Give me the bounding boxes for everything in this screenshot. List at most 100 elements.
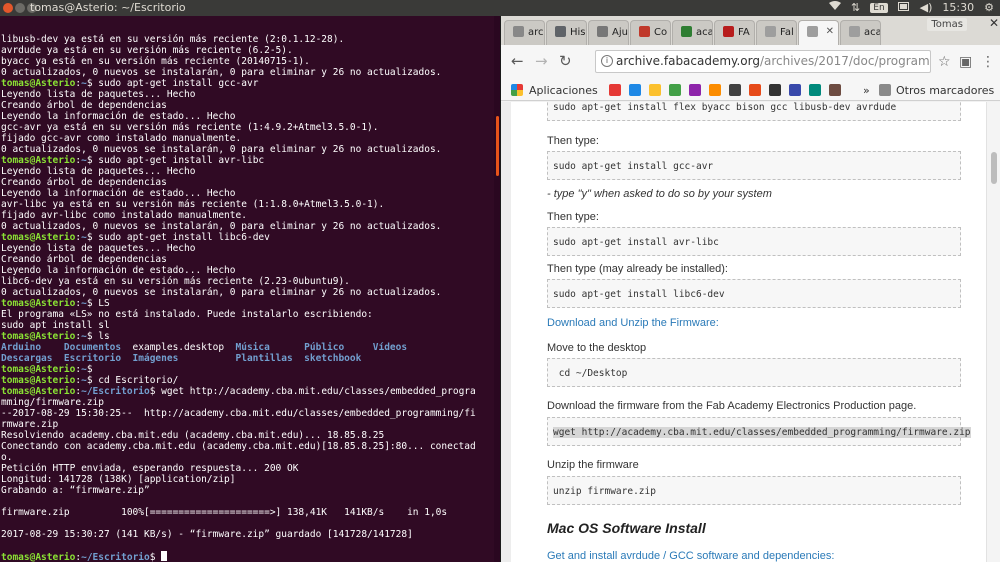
page-scrollbar[interactable] — [986, 102, 1000, 562]
tab-favicon-icon — [849, 26, 860, 37]
tab-favicon-icon — [513, 26, 524, 37]
address-bar[interactable]: i archive.fabacademy.org/archives/2017/d… — [595, 50, 931, 73]
page-sidebar-strip — [501, 102, 511, 562]
browser-tab[interactable]: His — [546, 20, 587, 45]
battery-icon[interactable] — [897, 1, 910, 14]
tab-favicon-icon — [681, 26, 692, 37]
url-host: archive.fabacademy.org — [616, 54, 760, 68]
bookmark-favicon-icon[interactable] — [709, 84, 721, 96]
bookmark-favicon-icon[interactable] — [669, 84, 681, 96]
bookmark-favicon-icon[interactable] — [629, 84, 641, 96]
browser-tab[interactable]: FA — [714, 20, 755, 45]
bookmark-favicon-icon[interactable] — [609, 84, 621, 96]
terminal-text: Grabando a: “firmware.zip” — [1, 485, 150, 496]
volume-icon[interactable]: ◀) — [920, 1, 933, 14]
extension-icon[interactable]: ▣ — [959, 54, 972, 70]
terminal-text: avr-libc ya está en su versión más recie… — [1, 199, 385, 210]
terminal-scroll-thumb[interactable] — [496, 116, 499, 176]
top-panel: tomas@Asterio: ~/Escritorio ⇅ En ◀) 15:3… — [0, 0, 1000, 16]
keyboard-layout[interactable]: En — [870, 2, 888, 13]
terminal-line: Arduino Documentos examples.desktop Músi… — [1, 342, 494, 353]
browser-tab[interactable]: arc — [504, 20, 545, 45]
terminal-text: Leyendo lista de paquetes... Hecho — [1, 243, 196, 254]
browser-tab[interactable]: aca — [840, 20, 881, 45]
bookmark-favicon-icon[interactable] — [829, 84, 841, 96]
transfer-icon[interactable]: ⇅ — [851, 1, 860, 14]
bookmark-favicon-icon[interactable] — [729, 84, 741, 96]
browser-tab[interactable]: aca — [672, 20, 713, 45]
system-tray: ⇅ En ◀) 15:30 ⚙ — [829, 1, 994, 14]
browser-tab[interactable]: Aju — [588, 20, 629, 45]
directory-entry: Descargas Escritorio Imágenes Plantillas… — [1, 353, 362, 364]
gear-icon[interactable]: ⚙ — [984, 1, 994, 14]
terminal-text: Leyendo la información de estado... Hech… — [1, 188, 236, 199]
browser-window: arc His Aju Co aca FA Fal ✕ aca Tomas ✕ ← → ↻ i … — [500, 16, 1000, 562]
terminal-text: firmware.zip 100%[=====================>… — [1, 507, 448, 518]
terminal-text: Conectando con academy.cba.mit.edu (acad… — [1, 441, 476, 452]
terminal-text: 0 actualizados, 0 nuevos se instalarán, … — [1, 287, 442, 298]
bookmark-other[interactable]: Otros marcadores — [896, 84, 994, 97]
terminal-line: Creando árbol de dependencias — [1, 177, 494, 188]
terminal-line: tomas@Asterio:~/Escritorio$ wget http://… — [1, 386, 494, 397]
bookmark-favicon-icon[interactable] — [689, 84, 701, 96]
terminal-text: $ ls — [86, 331, 110, 342]
minimize-window-button[interactable] — [15, 3, 25, 13]
terminal-window[interactable]: libusb-dev ya está en su versión más rec… — [0, 16, 500, 562]
profile-button[interactable]: Tomas — [927, 18, 967, 31]
bookmark-star-icon[interactable]: ☆ — [938, 54, 951, 70]
browser-tab[interactable]: Co — [630, 20, 671, 45]
bookmark-favicon-icon[interactable] — [789, 84, 801, 96]
terminal-line: Resolviendo academy.cba.mit.edu (academy… — [1, 430, 494, 441]
terminal-line: tomas@Asterio:~$ sudo apt-get install av… — [1, 155, 494, 166]
terminal-text: $ sudo apt-get install avr-libc — [86, 155, 265, 166]
page-scroll-thumb[interactable] — [991, 152, 997, 184]
close-window-button[interactable] — [3, 3, 13, 13]
code-block: unzip firmware.zip — [547, 476, 961, 505]
terminal-line: avrdude ya está en su versión más recien… — [1, 45, 494, 56]
code-block: sudo apt-get install libc6-dev — [547, 279, 961, 308]
bookmark-favicon-icon[interactable] — [649, 84, 661, 96]
download-firmware-link[interactable]: Download and Unzip the Firmware: — [547, 317, 719, 329]
terminal-line: Longitud: 141728 (138K) [application/zip… — [1, 474, 494, 485]
clock[interactable]: 15:30 — [942, 1, 974, 14]
terminal-line: tomas@Asterio:~$ cd Escritorio/ — [1, 375, 494, 386]
bookmark-favicon-icon[interactable] — [749, 84, 761, 96]
terminal-line: Petición HTTP enviada, esperando respues… — [1, 463, 494, 474]
browser-toolbar: ← → ↻ i archive.fabacademy.org/archives/… — [501, 45, 1000, 79]
terminal-line: tomas@Asterio:~$ sudo apt-get install li… — [1, 232, 494, 243]
tab-label: aca — [864, 27, 881, 38]
forward-icon[interactable]: → — [535, 52, 548, 70]
tab-strip: arc His Aju Co aca FA Fal ✕ aca Tomas ✕ — [501, 16, 1000, 46]
terminal-text: El programa «LS» no está instalado. Pued… — [1, 309, 373, 320]
prompt-user: tomas@Asterio — [1, 78, 76, 89]
reload-icon[interactable]: ↻ — [559, 52, 572, 70]
terminal-line: fijado gcc-avr como instalado manualment… — [1, 133, 494, 144]
apps-icon[interactable] — [511, 84, 523, 96]
bookmark-favicon-icon[interactable] — [809, 84, 821, 96]
paragraph: Then type (may already be installed): — [547, 263, 728, 275]
paragraph: Then type: — [547, 211, 599, 223]
window-close-icon[interactable]: ✕ — [989, 16, 999, 30]
tab-label: aca — [696, 27, 713, 38]
terminal-line: 0 actualizados, 0 nuevos se instalarán, … — [1, 221, 494, 232]
terminal-line: libusb-dev ya está en su versión más rec… — [1, 34, 494, 45]
back-icon[interactable]: ← — [511, 52, 524, 70]
wifi-icon[interactable] — [829, 1, 842, 14]
terminal-text: Longitud: 141728 (138K) [application/zip… — [1, 474, 236, 485]
site-info-icon[interactable]: i — [601, 55, 613, 67]
bookmark-apps[interactable]: Aplicaciones — [529, 84, 598, 97]
terminal-line: sudo apt install sl — [1, 320, 494, 331]
browser-tab[interactable]: Fal — [756, 20, 797, 45]
selected-code-text[interactable]: wget http://academy.cba.mit.edu/classes/… — [553, 427, 971, 438]
page-viewport[interactable]: sudo apt-get install flex byacc bison gc… — [501, 102, 987, 562]
bookmark-favicon-icon[interactable] — [769, 84, 781, 96]
terminal-line: Leyendo la información de estado... Hech… — [1, 188, 494, 199]
browser-tab[interactable]: ✕ — [798, 20, 839, 46]
chevron-right-icon[interactable]: » — [863, 84, 870, 97]
menu-icon[interactable]: ⋮ — [981, 54, 995, 70]
terminal-text: Leyendo lista de paquetes... Hecho — [1, 166, 196, 177]
terminal-text: Leyendo la información de estado... Hech… — [1, 265, 236, 276]
get-install-link[interactable]: Get and install avrdude / GCC software a… — [547, 550, 834, 562]
terminal-text: Petición HTTP enviada, esperando respues… — [1, 463, 299, 474]
tab-close-icon[interactable]: ✕ — [826, 26, 834, 37]
